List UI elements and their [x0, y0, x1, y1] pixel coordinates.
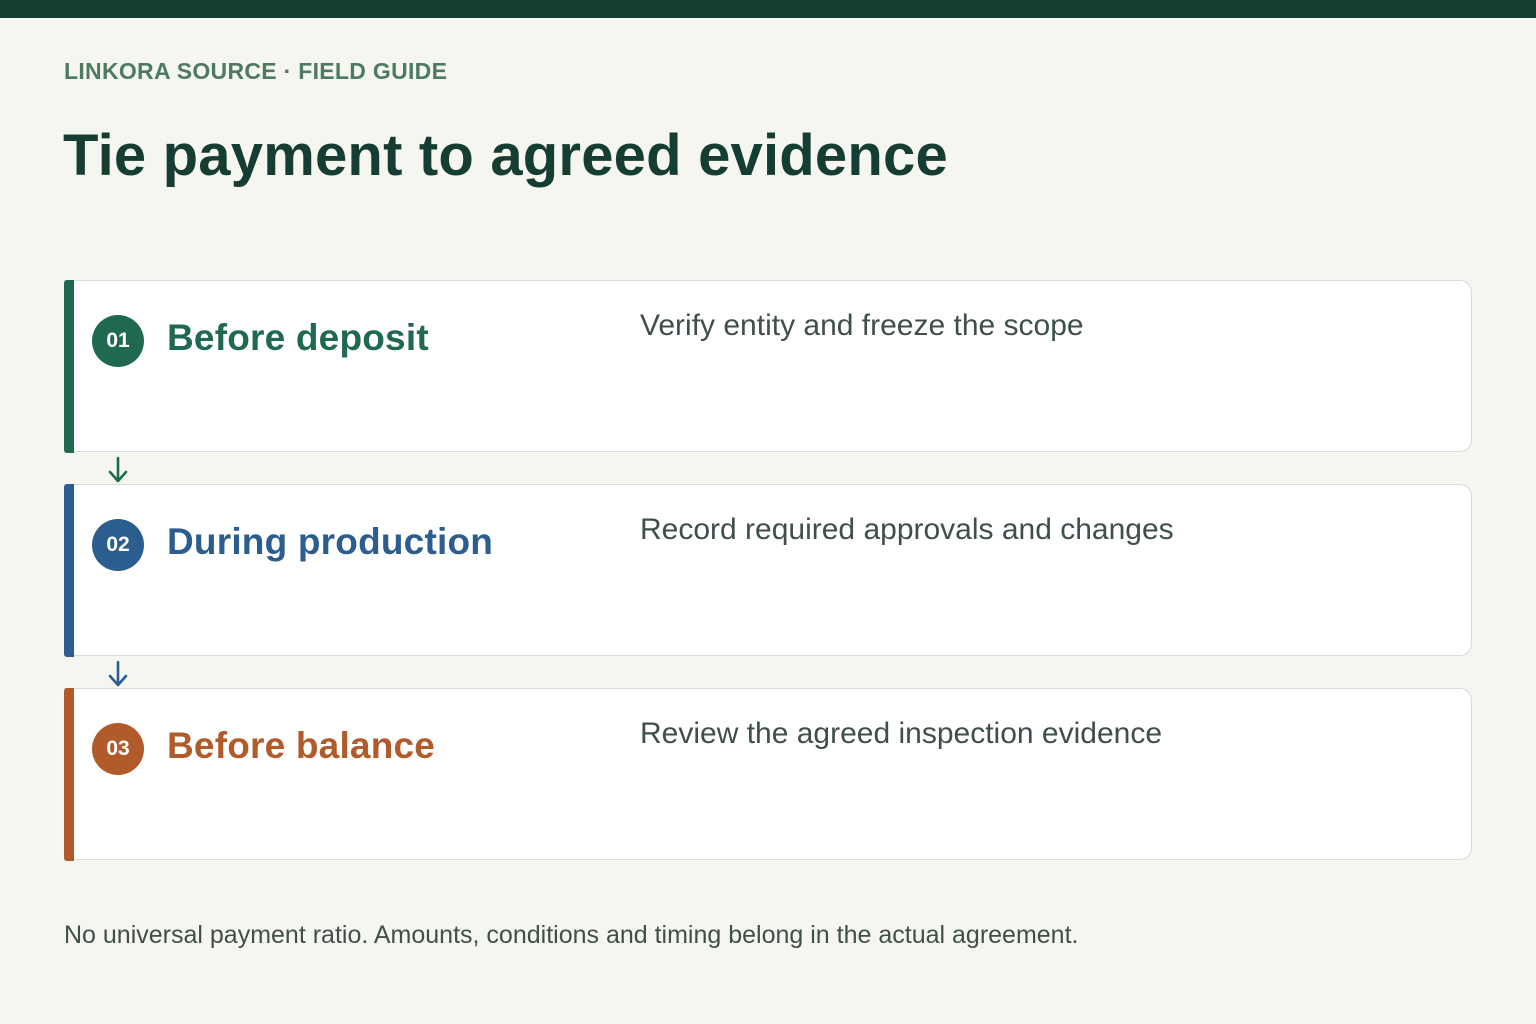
step-label: Before balance [167, 725, 436, 766]
step-description: Verify entity and freeze the scope [640, 309, 1084, 342]
step-number-badge: 03 [92, 723, 144, 775]
page-title: Tie payment to agreed evidence [63, 123, 948, 188]
step-description: Record required approvals and changes [640, 513, 1174, 546]
step-label: During production [167, 521, 494, 562]
eyebrow-label: LINKORA SOURCE · FIELD GUIDE [64, 58, 448, 84]
step-number-badge: 02 [92, 519, 144, 571]
step-accent-bar [64, 483, 74, 657]
step-card-before-deposit: 01 Before deposit Verify entity and free… [64, 279, 1472, 453]
step-accent-bar [64, 279, 74, 453]
arrow-down-icon [108, 456, 128, 483]
step-card-during-production: 02 During production Record required app… [64, 483, 1472, 657]
step-card-before-balance: 03 Before balance Review the agreed insp… [64, 687, 1472, 861]
step-label: Before deposit [167, 317, 429, 358]
arrow-down-icon [108, 660, 128, 687]
top-accent-bar [0, 0, 1536, 18]
step-number-badge: 01 [92, 315, 144, 367]
step-description: Review the agreed inspection evidence [640, 717, 1162, 750]
step-accent-bar [64, 687, 74, 861]
footnote: No universal payment ratio. Amounts, con… [64, 921, 1079, 949]
